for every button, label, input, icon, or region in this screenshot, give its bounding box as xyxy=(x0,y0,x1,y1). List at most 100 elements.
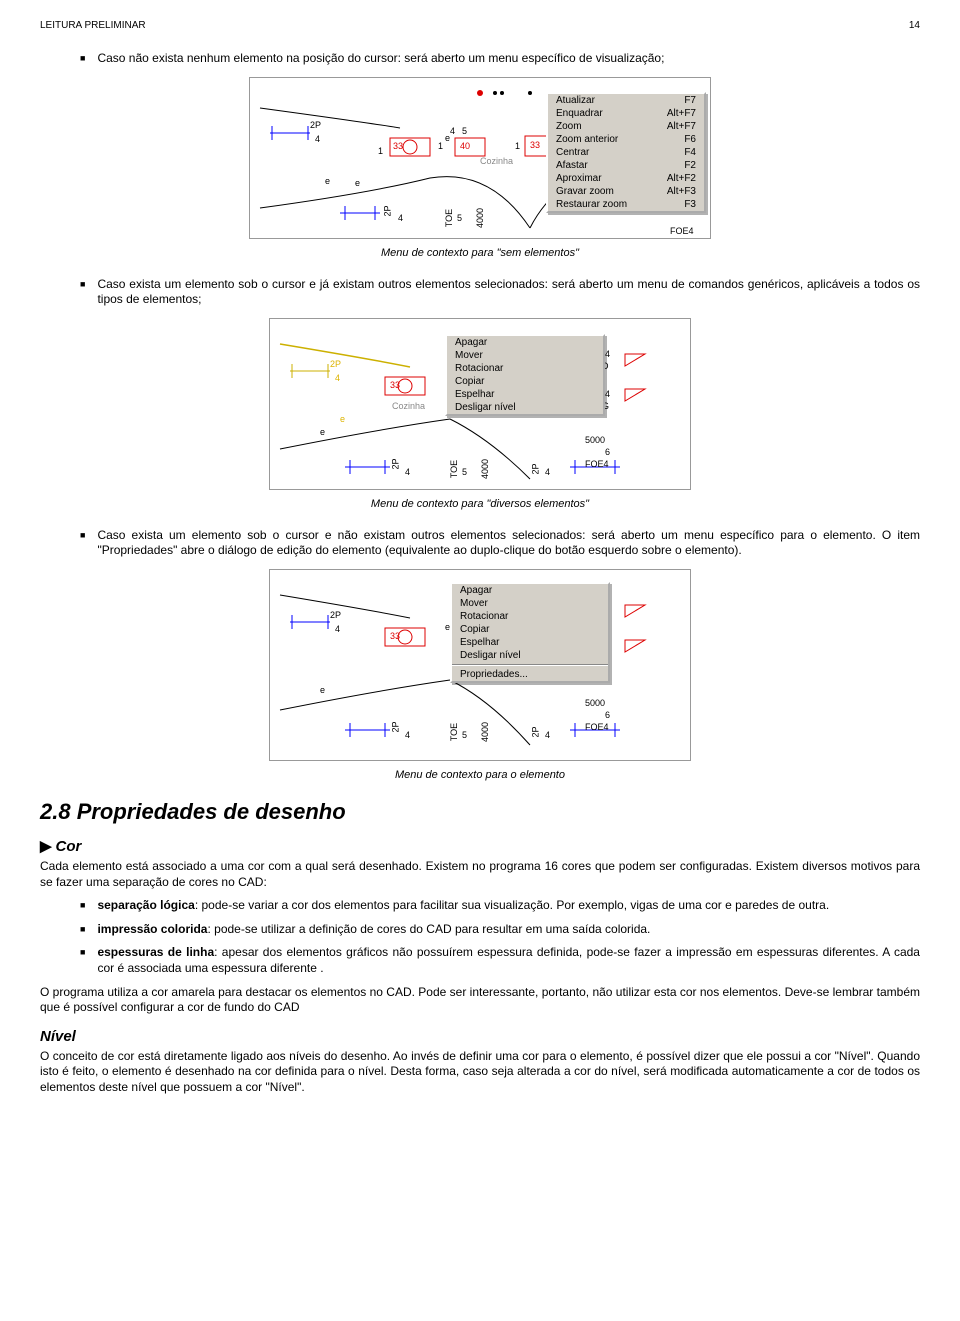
cad-label: 33 xyxy=(390,380,400,390)
cad-label: 2P xyxy=(310,120,321,130)
subheading-nivel: Nível xyxy=(40,1028,920,1045)
menu-item[interactable]: Espelhar xyxy=(452,636,608,649)
cad-label: 5 xyxy=(462,730,467,740)
square-bullet-icon: ■ xyxy=(80,922,85,938)
cad-label: 4 xyxy=(605,389,610,399)
cad-label: Cozinha xyxy=(480,156,513,166)
menu-item[interactable]: Copiar xyxy=(447,375,603,388)
figure-caption: Menu de contexto para o elemento xyxy=(40,769,920,781)
header-right: 14 xyxy=(909,20,920,31)
menu-item[interactable]: EnquadrarAlt+F7 xyxy=(548,107,704,120)
cad-label: 1 xyxy=(515,141,520,151)
bullet-item: ■ impressão colorida: pode-se utilizar a… xyxy=(40,922,920,938)
menu-item[interactable]: Espelhar xyxy=(447,388,603,401)
cad-label: FOE4 xyxy=(585,722,609,732)
cad-label: TOE xyxy=(449,723,459,741)
figure-2: 2P 4 33 Cozinha e e 312 4 GLD 3000 4 LLG… xyxy=(40,318,920,490)
paragraph: O programa utiliza a cor amarela para de… xyxy=(40,985,920,1016)
cad-label: 5 xyxy=(457,213,462,223)
header-left: LEITURA PRELIMINAR xyxy=(40,20,146,31)
figure-caption: Menu de contexto para "diversos elemento… xyxy=(40,498,920,510)
cad-label: 1 xyxy=(438,141,443,151)
cad-label: e xyxy=(320,685,325,695)
bullet-item: ■ separação lógica: pode-se variar a cor… xyxy=(40,898,920,914)
cad-label: 5000 xyxy=(585,435,605,445)
bullet-text: Caso exista um elemento sob o cursor e j… xyxy=(97,277,920,308)
cad-label: e xyxy=(320,427,325,437)
menu-item[interactable]: CentrarF4 xyxy=(548,146,704,159)
cad-label: 2P xyxy=(391,721,401,732)
cad-label: FOE4 xyxy=(585,459,609,469)
cad-label: 5 xyxy=(462,126,467,136)
menu-item[interactable]: Gravar zoomAlt+F3 xyxy=(548,185,704,198)
cad-label: 5 xyxy=(462,467,467,477)
cad-label: e xyxy=(340,414,345,424)
cad-label: 6 xyxy=(605,447,610,457)
context-menu-view[interactable]: AtualizarF7 EnquadrarAlt+F7 ZoomAlt+F7 Z… xyxy=(546,92,706,213)
cad-label: 4000 xyxy=(480,459,490,479)
menu-item[interactable]: AfastarF2 xyxy=(548,159,704,172)
menu-item[interactable]: Rotacionar xyxy=(447,362,603,375)
bullet-text: Caso não exista nenhum elemento na posiç… xyxy=(97,51,920,67)
cad-label: 4 xyxy=(398,213,403,223)
cad-label: TOE xyxy=(449,460,459,478)
menu-separator xyxy=(452,664,608,666)
bullet-item: ■ Caso exista um elemento sob o cursor e… xyxy=(40,277,920,308)
menu-item[interactable]: Mover xyxy=(447,349,603,362)
cad-label: 1 xyxy=(378,146,383,156)
menu-item[interactable]: Desligar nível xyxy=(452,649,608,662)
cad-label: 4 xyxy=(315,134,320,144)
menu-item[interactable]: Apagar xyxy=(447,336,603,349)
menu-item-properties[interactable]: Propriedades... xyxy=(452,668,608,681)
menu-item[interactable]: Rotacionar xyxy=(452,610,608,623)
cad-label: Cozinha xyxy=(392,401,425,411)
menu-item[interactable]: Mover xyxy=(452,597,608,610)
bullet-text: separação lógica: pode-se variar a cor d… xyxy=(97,898,920,914)
menu-item[interactable]: AproximarAlt+F2 xyxy=(548,172,704,185)
menu-item[interactable]: Desligar nível xyxy=(447,401,603,414)
cad-label: 4000 xyxy=(480,722,490,742)
bullet-text: Caso exista um elemento sob o cursor e n… xyxy=(97,528,920,559)
context-menu-element[interactable]: Apagar Mover Rotacionar Copiar Espelhar … xyxy=(450,582,610,683)
cad-label: 2P xyxy=(531,463,541,474)
menu-item[interactable]: AtualizarF7 xyxy=(548,94,704,107)
square-bullet-icon: ■ xyxy=(80,51,85,67)
square-bullet-icon: ■ xyxy=(80,277,85,308)
cad-label: 33 xyxy=(393,141,403,151)
section-heading: 2.8 Propriedades de desenho xyxy=(40,799,920,825)
cad-label: 4 xyxy=(405,730,410,740)
subheading-cor: ▶Cor xyxy=(40,837,920,855)
bullet-text: impressão colorida: pode-se utilizar a d… xyxy=(97,922,920,938)
cad-label: 33 xyxy=(390,631,400,641)
cad-label: 4 xyxy=(405,467,410,477)
cad-label: 33 xyxy=(530,140,540,150)
paragraph: Cada elemento está associado a uma cor c… xyxy=(40,859,920,890)
triangle-icon: ▶ xyxy=(40,838,52,855)
cad-label: 4 xyxy=(605,349,610,359)
cad-label: 2P xyxy=(531,726,541,737)
bullet-text: espessuras de linha: apesar dos elemento… xyxy=(97,945,920,976)
bullet-item: ■ espessuras de linha: apesar dos elemen… xyxy=(40,945,920,976)
cad-label: 4 xyxy=(545,730,550,740)
menu-item[interactable]: Apagar xyxy=(452,584,608,597)
cad-label: 4 xyxy=(450,126,455,136)
cad-label: 4000 xyxy=(475,208,485,228)
square-bullet-icon: ■ xyxy=(80,898,85,914)
cad-label: FOE4 xyxy=(670,226,694,236)
cad-label: 5000 xyxy=(585,698,605,708)
menu-item[interactable]: ZoomAlt+F7 xyxy=(548,120,704,133)
cad-label: 6 xyxy=(605,710,610,720)
paragraph: O conceito de cor está diretamente ligad… xyxy=(40,1049,920,1096)
menu-item[interactable]: Restaurar zoomF3 xyxy=(548,198,704,211)
cad-label: e xyxy=(355,178,360,188)
cad-label: TOE xyxy=(444,208,454,226)
menu-item[interactable]: Copiar xyxy=(452,623,608,636)
context-menu-generic[interactable]: Apagar Mover Rotacionar Copiar Espelhar … xyxy=(445,334,605,416)
cad-label: 4 xyxy=(335,624,340,634)
cad-label: 40 xyxy=(460,141,470,151)
menu-item[interactable]: Zoom anteriorF6 xyxy=(548,133,704,146)
cad-label: 2P xyxy=(383,205,393,216)
figure-caption: Menu de contexto para "sem elementos" xyxy=(40,247,920,259)
cad-label: 4 xyxy=(335,373,340,383)
cad-label: 4 xyxy=(545,467,550,477)
